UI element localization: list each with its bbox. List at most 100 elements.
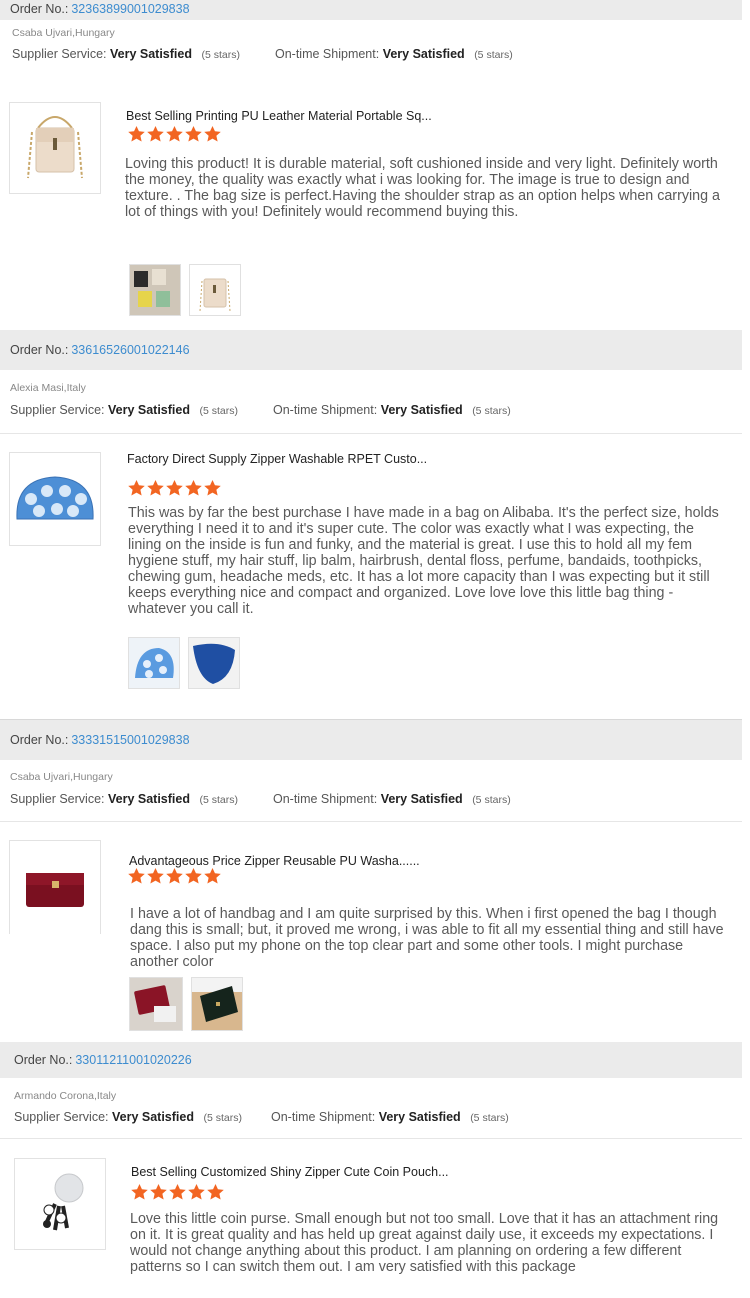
buyer-name: Armando Corona,Italy (14, 1090, 117, 1102)
star-icon (185, 868, 202, 884)
shipment-rating: On-time Shipment: Very Satisfied (5 star… (271, 1110, 509, 1124)
shipment-stars-note: (5 stars) (472, 794, 511, 806)
review-comment: I have a lot of handbag and I am quite s… (130, 906, 724, 970)
supplier-service-value: Very Satisfied (111, 1110, 194, 1124)
star-icon (147, 126, 164, 142)
shipment-stars-note: (5 stars) (472, 405, 511, 417)
star-icon (166, 126, 183, 142)
star-icon (128, 868, 145, 884)
star-icon (204, 868, 221, 884)
shipment-rating: On-time Shipment: Very Satisfied (5 star… (275, 47, 513, 61)
order-label: Order No.: (14, 1053, 73, 1067)
buyer-name: Csaba Ujvari,Hungary (10, 771, 113, 783)
service-ratings: Supplier Service: Very Satisfied (5 star… (10, 792, 742, 806)
supplier-service-label: Supplier Service: (12, 47, 107, 61)
product-title-link[interactable]: Factory Direct Supply Zipper Washable RP… (127, 452, 427, 466)
service-ratings: Supplier Service: Very Satisfied (5 star… (14, 1110, 742, 1124)
handbag-photo (190, 265, 240, 315)
shipment-label: On-time Shipment: (271, 1110, 376, 1124)
order-bar: Order No.: 33616526001022146 (0, 330, 742, 370)
service-ratings: Supplier Service: Very Satisfied (5 star… (12, 47, 742, 61)
order-number-link[interactable]: 33616526001022146 (71, 343, 189, 357)
star-icon (150, 1184, 167, 1200)
buyer-name: Alexia Masi,Italy (10, 382, 86, 394)
order-bar: Order No.: 33331515001029838 (0, 720, 742, 760)
bags-photo (130, 265, 180, 315)
product-thumbnail[interactable] (14, 1158, 106, 1250)
review-photos (128, 637, 240, 689)
red-clutch-image (26, 872, 84, 907)
star-icon (147, 480, 164, 496)
order-bar: Order No.: 33011211001020226 (0, 1042, 742, 1078)
rating-stars (128, 126, 221, 142)
star-icon (128, 126, 145, 142)
review-photos (129, 264, 241, 316)
order-number-link[interactable]: 32363899001029838 (71, 2, 189, 16)
buyer-name: Csaba Ujvari,Hungary (12, 27, 115, 39)
supplier-stars-note: (5 stars) (199, 405, 238, 417)
order-label: Order No.: (10, 343, 69, 357)
supplier-service-label: Supplier Service: (10, 403, 105, 417)
service-ratings: Supplier Service: Very Satisfied (5 star… (10, 403, 742, 417)
product-title-link[interactable]: Best Selling Customized Shiny Zipper Cut… (131, 1165, 449, 1179)
green-clutch-photo (192, 978, 242, 1030)
star-icon (128, 480, 145, 496)
supplier-stars-note: (5 stars) (203, 1112, 242, 1124)
rating-stars (128, 868, 221, 884)
review-comment: Loving this product! It is durable mater… (125, 156, 720, 220)
supplier-service-label: Supplier Service: (14, 1110, 109, 1124)
review-card: Order No.: 32363899001029838 Csaba Ujvar… (0, 0, 742, 330)
star-icon (185, 126, 202, 142)
shipment-label: On-time Shipment: (273, 792, 378, 806)
divider (0, 1138, 742, 1139)
review-photo[interactable] (191, 977, 243, 1031)
polka-dot-pouch-image (16, 476, 94, 520)
shipment-rating: On-time Shipment: Very Satisfied (5 star… (273, 403, 511, 417)
review-card: Order No.: 33011211001020226 Armando Cor… (0, 1042, 742, 1298)
product-thumbnail[interactable] (9, 840, 101, 934)
shipment-value: Very Satisfied (380, 403, 463, 417)
review-card: Order No.: 33616526001022146 Alexia Masi… (0, 330, 742, 721)
supplier-stars-note: (5 stars) (201, 49, 240, 61)
star-icon (188, 1184, 205, 1200)
order-number-link[interactable]: 33331515001029838 (71, 733, 189, 747)
review-card: Order No.: 33331515001029838 Csaba Ujvar… (0, 720, 742, 1042)
star-icon (207, 1184, 224, 1200)
order-label: Order No.: (10, 733, 69, 747)
order-label: Order No.: (10, 2, 69, 16)
review-comment: Love this little coin purse. Small enoug… (130, 1211, 719, 1275)
shipment-value: Very Satisfied (382, 47, 465, 61)
review-photo[interactable] (129, 264, 181, 316)
pouch-photo (129, 638, 179, 688)
rating-stars (131, 1184, 224, 1200)
handbag-image (27, 116, 83, 179)
product-title-link[interactable]: Advantageous Price Zipper Reusable PU Wa… (129, 854, 420, 868)
review-photo[interactable] (129, 977, 183, 1031)
review-photo[interactable] (189, 264, 241, 316)
shipment-stars-note: (5 stars) (470, 1112, 509, 1124)
product-thumbnail[interactable] (9, 102, 101, 194)
shipment-stars-note: (5 stars) (474, 49, 513, 61)
star-icon (204, 480, 221, 496)
product-thumbnail[interactable] (9, 452, 101, 546)
supplier-service-value: Very Satisfied (107, 403, 190, 417)
product-title-link[interactable]: Best Selling Printing PU Leather Materia… (126, 109, 432, 123)
star-icon (166, 480, 183, 496)
supplier-stars-note: (5 stars) (199, 794, 238, 806)
supplier-service-label: Supplier Service: (10, 792, 105, 806)
clutch-photo (130, 978, 182, 1030)
divider (0, 821, 742, 822)
coin-pouch-image (43, 1173, 84, 1231)
shipment-value: Very Satisfied (380, 792, 463, 806)
review-photos (129, 977, 243, 1031)
rating-stars (128, 480, 221, 496)
review-photo[interactable] (128, 637, 180, 689)
review-photo[interactable] (188, 637, 240, 689)
star-icon (166, 868, 183, 884)
order-number-link[interactable]: 33011211001020226 (75, 1053, 191, 1067)
shipment-label: On-time Shipment: (273, 403, 378, 417)
star-icon (147, 868, 164, 884)
star-icon (204, 126, 221, 142)
shipment-label: On-time Shipment: (275, 47, 380, 61)
shipment-value: Very Satisfied (378, 1110, 461, 1124)
